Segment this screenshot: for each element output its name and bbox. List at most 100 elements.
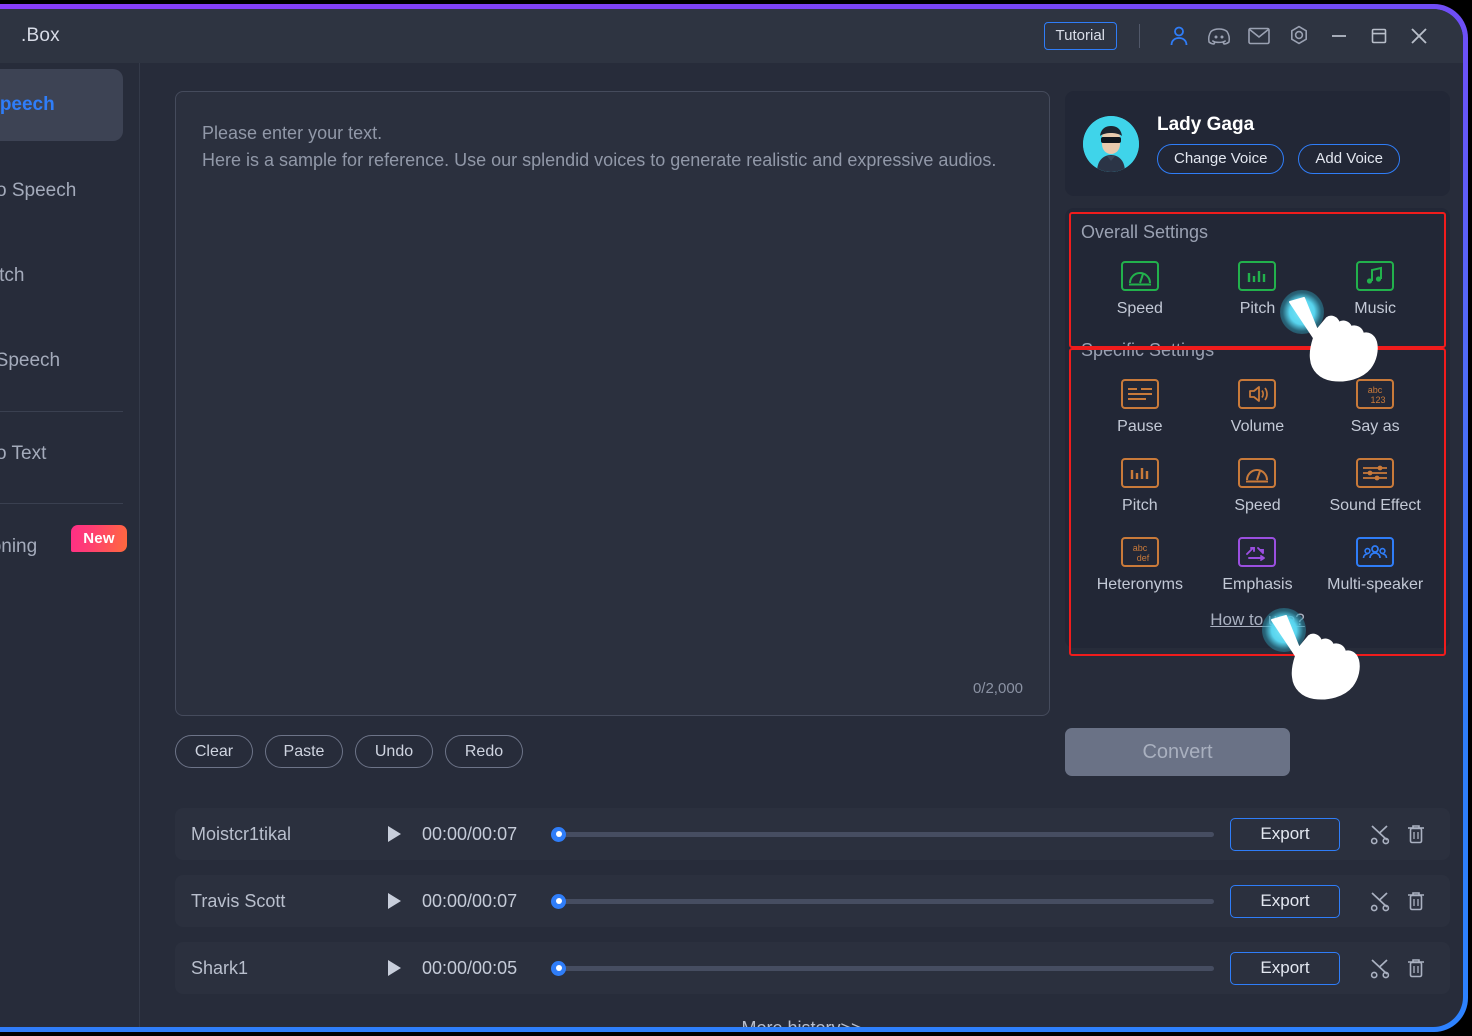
voice-card: Lady Gaga Change Voice Add Voice bbox=[1065, 91, 1450, 196]
slider-handle[interactable] bbox=[551, 826, 566, 842]
sidebar-item-voice-match[interactable]: Voice Match bbox=[0, 240, 123, 312]
sidebar-item-text-to-speech[interactable]: Text to Speech bbox=[0, 69, 123, 141]
clear-button[interactable]: Clear bbox=[175, 735, 253, 768]
sidebar: Text to Speech Speech to Speech Voice Ma… bbox=[0, 63, 140, 1027]
bars-icon bbox=[1120, 458, 1159, 488]
sliders-icon bbox=[1356, 458, 1395, 488]
play-icon[interactable] bbox=[386, 892, 416, 910]
sidebar-divider-1 bbox=[0, 411, 123, 412]
progress-slider[interactable] bbox=[551, 959, 1214, 977]
overall-speed-tile[interactable]: Speed bbox=[1081, 261, 1199, 318]
specific-emphasis-tile[interactable]: Emphasis bbox=[1199, 537, 1317, 594]
svg-text:123: 123 bbox=[1371, 395, 1386, 405]
overall-music-tile[interactable]: Music bbox=[1316, 261, 1434, 318]
table-row[interactable]: Moistcr1tikal 00:00/00:07 Export bbox=[175, 808, 1450, 860]
sidebar-item-label: Speech to Speech bbox=[0, 180, 77, 201]
export-button[interactable]: Export bbox=[1230, 817, 1340, 851]
tutorial-button[interactable]: Tutorial bbox=[1043, 21, 1117, 51]
specific-settings-grid: Pause Volume abc 123 Say as Pitch Speed … bbox=[1081, 379, 1434, 594]
history-item-name: Shark1 bbox=[191, 957, 249, 978]
how-to-use-link[interactable]: How to use? bbox=[1081, 610, 1434, 630]
voice-buttons: Change Voice Add Voice bbox=[1157, 143, 1400, 174]
history-list: Moistcr1tikal 00:00/00:07 Export Travis … bbox=[175, 808, 1450, 1009]
minimize-icon[interactable] bbox=[1319, 16, 1359, 56]
new-badge: New bbox=[71, 525, 127, 552]
avatar bbox=[1083, 115, 1139, 172]
slider-track bbox=[559, 898, 1214, 904]
people-icon bbox=[1356, 537, 1395, 567]
scissors-icon[interactable] bbox=[1362, 890, 1398, 912]
progress-slider[interactable] bbox=[551, 892, 1214, 910]
trash-icon[interactable] bbox=[1398, 957, 1434, 979]
trash-icon[interactable] bbox=[1398, 823, 1434, 845]
more-history-link[interactable]: More history>> bbox=[140, 1018, 1463, 1027]
play-icon[interactable] bbox=[386, 825, 416, 843]
convert-button[interactable]: Convert bbox=[1065, 728, 1290, 776]
arrows-icon bbox=[1238, 537, 1277, 567]
export-button[interactable]: Export bbox=[1230, 951, 1340, 985]
trash-icon[interactable] bbox=[1398, 890, 1434, 912]
gauge-icon bbox=[1238, 458, 1277, 488]
close-icon[interactable] bbox=[1399, 16, 1439, 56]
sidebar-item-label: Speech to Text bbox=[0, 443, 47, 464]
character-counter: 0/2,000 bbox=[972, 680, 1023, 697]
svg-text:def: def bbox=[1137, 553, 1150, 563]
maximize-icon[interactable] bbox=[1359, 16, 1399, 56]
title-bar: .Box Tutorial bbox=[0, 9, 1463, 63]
specific-pause-tile[interactable]: Pause bbox=[1081, 379, 1199, 436]
play-icon[interactable] bbox=[386, 959, 416, 977]
specific-say-as-label: Say as bbox=[1350, 418, 1400, 435]
overall-settings-title: Overall Settings bbox=[1081, 222, 1209, 242]
specific-volume-tile[interactable]: Volume bbox=[1199, 379, 1317, 436]
overall-music-label: Music bbox=[1354, 300, 1397, 317]
svg-text:abc: abc bbox=[1368, 385, 1383, 395]
mail-icon[interactable] bbox=[1239, 16, 1279, 56]
specific-sayas-label-vol: Volume bbox=[1230, 418, 1285, 435]
sidebar-item-speech-to-text[interactable]: Speech to Text bbox=[0, 418, 123, 490]
slider-handle[interactable] bbox=[551, 893, 566, 909]
voice-name: Lady Gaga bbox=[1157, 113, 1255, 135]
specific-speed-tile[interactable]: Speed bbox=[1199, 458, 1317, 515]
scissors-icon[interactable] bbox=[1362, 957, 1398, 979]
specific-pitch-label: Pitch bbox=[1122, 497, 1158, 514]
app-title: .Box bbox=[21, 25, 60, 46]
overall-speed-label: Speed bbox=[1116, 300, 1163, 317]
history-item-time: 00:00/00:07 bbox=[422, 890, 518, 911]
abc123-icon: abc 123 bbox=[1356, 379, 1395, 409]
editor-actions: Clear Paste Undo Redo bbox=[175, 735, 523, 768]
specific-settings-title: Specific Settings bbox=[1081, 340, 1215, 360]
add-voice-button[interactable]: Add Voice bbox=[1298, 143, 1400, 174]
progress-slider[interactable] bbox=[551, 825, 1214, 843]
table-row[interactable]: Shark1 00:00/00:05 Export bbox=[175, 942, 1450, 994]
sidebar-item-video-to-speech[interactable]: Video to Speech bbox=[0, 325, 123, 397]
settings-panel: Overall Settings Speed Pitch Music Speci… bbox=[1065, 208, 1450, 656]
specific-pause-label: Pause bbox=[1117, 418, 1163, 435]
app-window: .Box Tutorial peech o Speech tch Speech … bbox=[0, 9, 1463, 1027]
main-content: Please enter your text. Here is a sample… bbox=[140, 63, 1463, 1027]
specific-say-as-tile[interactable]: abc 123 Say as bbox=[1316, 379, 1434, 436]
paste-button[interactable]: Paste bbox=[265, 735, 343, 768]
overall-pitch-tile[interactable]: Pitch bbox=[1199, 261, 1317, 318]
history-item-name: Travis Scott bbox=[191, 890, 286, 911]
specific-pitch-tile[interactable]: Pitch bbox=[1081, 458, 1199, 515]
sidebar-item-speech-to-speech[interactable]: Speech to Speech bbox=[0, 155, 123, 227]
slider-track bbox=[559, 965, 1214, 971]
slider-handle[interactable] bbox=[551, 960, 566, 976]
sidebar-divider-2 bbox=[0, 503, 123, 504]
undo-button[interactable]: Undo bbox=[355, 735, 433, 768]
redo-button[interactable]: Redo bbox=[445, 735, 523, 768]
specific-heteronyms-tile[interactable]: abc def Heteronyms bbox=[1081, 537, 1199, 594]
specific-sound-effect-tile[interactable]: Sound Effect bbox=[1316, 458, 1434, 515]
text-editor[interactable]: Please enter your text. Here is a sample… bbox=[175, 91, 1050, 716]
window-frame: .Box Tutorial peech o Speech tch Speech … bbox=[0, 4, 1468, 1032]
specific-multi-speaker-tile[interactable]: Multi-speaker bbox=[1316, 537, 1434, 594]
change-voice-button[interactable]: Change Voice bbox=[1157, 143, 1285, 174]
gauge-icon bbox=[1120, 261, 1159, 291]
account-icon[interactable] bbox=[1159, 16, 1199, 56]
scissors-icon[interactable] bbox=[1362, 823, 1398, 845]
discord-icon[interactable] bbox=[1199, 16, 1239, 56]
export-button[interactable]: Export bbox=[1230, 884, 1340, 918]
table-row[interactable]: Travis Scott 00:00/00:07 Export bbox=[175, 875, 1450, 927]
specific-speed-label: Speed bbox=[1234, 497, 1281, 514]
settings-icon[interactable] bbox=[1279, 16, 1319, 56]
